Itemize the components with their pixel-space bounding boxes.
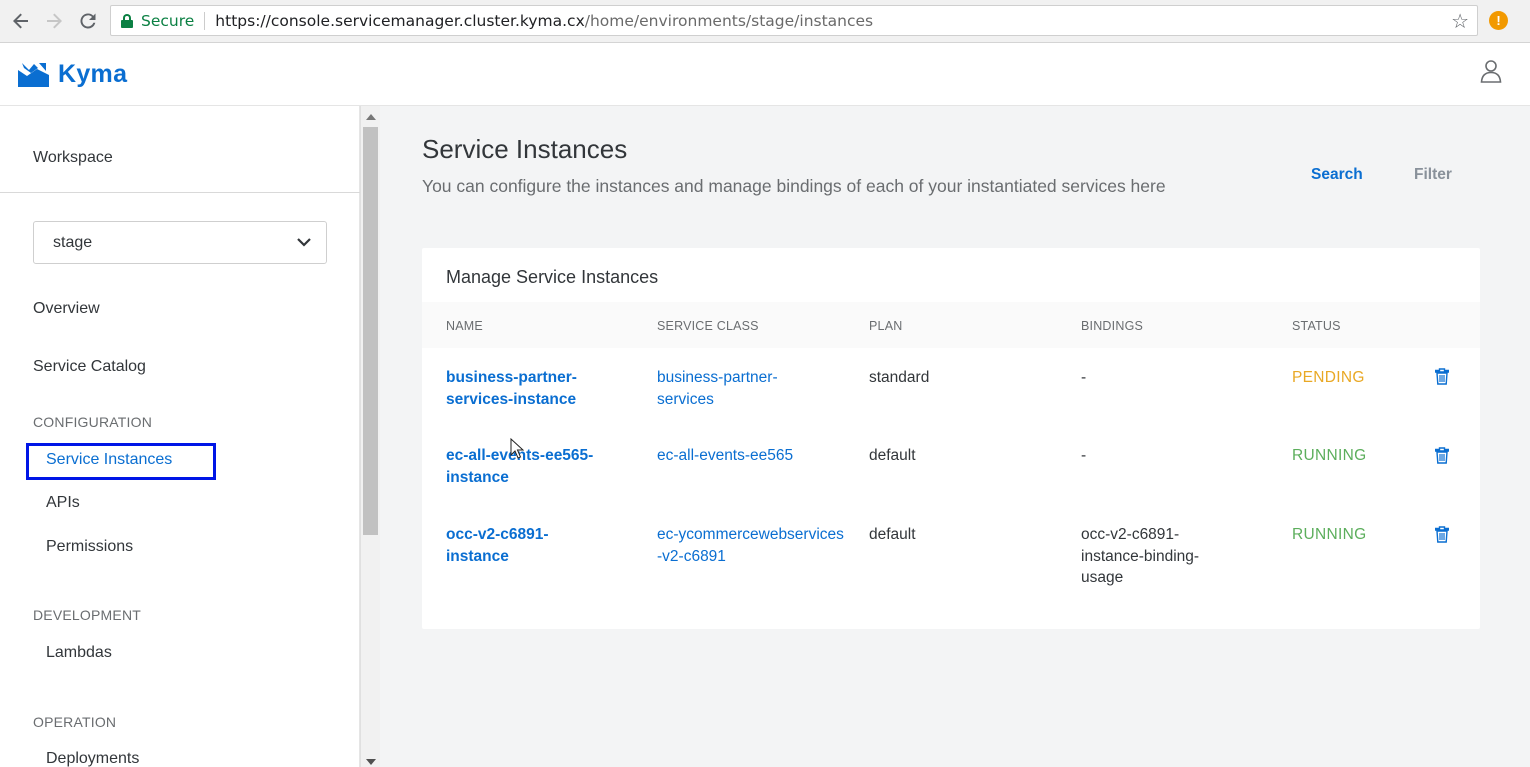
app-header: Kyma: [0, 44, 1530, 106]
column-header-plan: PLAN: [869, 319, 903, 333]
section-label-operation: OPERATION: [33, 714, 117, 730]
kyma-logo-icon: [18, 62, 49, 87]
scrollbar-thumb[interactable]: [363, 127, 378, 535]
sidebar-scrollbar[interactable]: [360, 106, 380, 767]
back-icon[interactable]: [5, 5, 37, 37]
plan-value: standard: [869, 369, 930, 386]
browser-toolbar: Secure https://console.servicemanager.cl…: [0, 0, 1530, 43]
bookmark-star-icon[interactable]: ☆: [1451, 9, 1469, 33]
delete-trash-icon[interactable]: [1435, 368, 1449, 385]
plan-value: default: [869, 526, 916, 543]
column-header-service-class: SERVICE CLASS: [657, 319, 759, 333]
sidebar: Workspace stage Overview Service Catalog…: [0, 106, 360, 767]
environment-select-value: stage: [53, 233, 93, 251]
user-icon[interactable]: [1480, 59, 1502, 83]
delete-trash-icon[interactable]: [1435, 526, 1449, 543]
sidebar-item-service-catalog[interactable]: Service Catalog: [33, 358, 146, 376]
service-instances-card: Manage Service Instances NAME SERVICE CL…: [422, 248, 1480, 629]
kyma-logo[interactable]: Kyma: [18, 60, 127, 89]
section-label-configuration: CONFIGURATION: [33, 414, 153, 430]
plan-value: default: [869, 447, 916, 464]
status-badge: RUNNING: [1292, 526, 1367, 543]
bindings-value: -: [1081, 369, 1087, 386]
bindings-value: -: [1081, 447, 1087, 464]
scroll-down-icon[interactable]: [366, 759, 376, 765]
chevron-down-icon: [297, 238, 311, 247]
sidebar-item-deployments[interactable]: Deployments: [46, 750, 139, 767]
status-badge: PENDING: [1292, 369, 1365, 386]
section-label-development: DEVELOPMENT: [33, 607, 141, 623]
secure-label: Secure: [141, 11, 195, 30]
service-class-link[interactable]: ec-ycommercewebservices-v2-c6891: [657, 524, 847, 567]
delete-trash-icon[interactable]: [1435, 447, 1449, 464]
filter-button[interactable]: Filter: [1414, 166, 1452, 184]
sidebar-divider: [0, 192, 360, 193]
search-button[interactable]: Search: [1311, 166, 1363, 184]
url-path: /home/environments/stage/instances: [584, 11, 874, 30]
url-host: https://console.servicemanager.cluster.k…: [215, 11, 585, 30]
sidebar-item-permissions[interactable]: Permissions: [46, 538, 133, 556]
bindings-value: occ-v2-c6891-instance-binding-usage: [1081, 526, 1200, 586]
omnibox-divider: [204, 11, 206, 30]
scroll-up-icon[interactable]: [366, 114, 376, 120]
sidebar-item-overview[interactable]: Overview: [33, 300, 100, 318]
card-title: Manage Service Instances: [446, 267, 659, 287]
service-class-link[interactable]: business-partner-services: [657, 367, 817, 410]
page-title: Service Instances: [422, 134, 628, 164]
sidebar-item-apis[interactable]: APIs: [46, 494, 80, 512]
instance-name-link[interactable]: ec-all-events-ee565-instance: [446, 445, 621, 488]
forward-icon[interactable]: [38, 5, 70, 37]
page-subtitle: You can configure the instances and mana…: [422, 176, 1166, 196]
sidebar-item-service-instances[interactable]: Service Instances: [46, 451, 172, 469]
service-class-link[interactable]: ec-all-events-ee565: [657, 445, 847, 467]
column-header-name: NAME: [446, 319, 483, 333]
lock-icon: [121, 13, 133, 28]
instance-name-link[interactable]: business-partner-services-instance: [446, 367, 611, 410]
instance-name-link[interactable]: occ-v2-c6891-instance: [446, 524, 576, 567]
reload-icon[interactable]: [72, 5, 104, 37]
mouse-cursor-icon: [510, 438, 524, 459]
environment-select[interactable]: stage: [33, 221, 327, 264]
address-bar[interactable]: Secure https://console.servicemanager.cl…: [110, 5, 1478, 36]
column-header-status: STATUS: [1292, 319, 1341, 333]
main-content: Service Instances You can configure the …: [380, 106, 1530, 767]
sidebar-item-lambdas[interactable]: Lambdas: [46, 644, 112, 662]
column-header-bindings: BINDINGS: [1081, 319, 1144, 333]
status-badge: RUNNING: [1292, 447, 1367, 464]
brand-name: Kyma: [58, 60, 128, 88]
alert-icon[interactable]: !: [1489, 11, 1508, 30]
sidebar-item-workspace[interactable]: Workspace: [33, 149, 113, 167]
